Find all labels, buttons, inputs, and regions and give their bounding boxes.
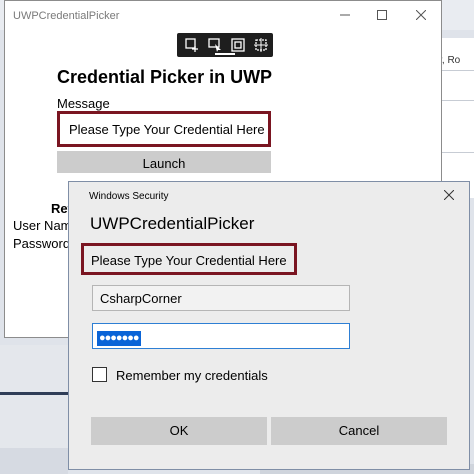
dialog-heading: UWPCredentialPicker xyxy=(90,214,255,233)
maximize-button[interactable] xyxy=(367,5,397,27)
background-left-accent xyxy=(0,392,68,395)
background-divider xyxy=(440,152,474,153)
track-focus-icon[interactable] xyxy=(254,38,268,52)
page-title: Credential Picker in UWP xyxy=(57,67,273,87)
dialog-close-button[interactable] xyxy=(435,186,463,206)
remember-credentials-checkbox[interactable] xyxy=(92,367,107,382)
password-label: Password xyxy=(13,236,71,251)
launch-button[interactable]: Launch xyxy=(57,151,271,173)
ok-button[interactable]: OK xyxy=(91,417,267,445)
close-icon xyxy=(415,9,427,21)
cancel-button[interactable]: Cancel xyxy=(271,417,447,445)
message-input[interactable]: Please Type Your Credential Here xyxy=(57,111,271,147)
app-window-title: UWPCredentialPicker xyxy=(13,10,120,22)
debug-toolbar xyxy=(177,33,273,57)
display-layout-icon[interactable] xyxy=(231,38,245,52)
close-icon xyxy=(443,189,455,201)
credential-dialog: Windows Security UWPCredentialPicker Ple… xyxy=(68,181,470,470)
close-button[interactable] xyxy=(406,5,436,27)
minimize-icon xyxy=(340,14,350,16)
maximize-icon xyxy=(377,10,387,20)
message-label: Message xyxy=(57,96,110,111)
remember-credentials-label[interactable]: Remember my credentials xyxy=(116,368,268,383)
username-label: User Nam xyxy=(13,218,72,233)
background-divider xyxy=(440,100,474,101)
dialog-message: Please Type Your Credential Here xyxy=(81,243,297,275)
toolbar-handle[interactable] xyxy=(215,53,235,55)
minimize-button[interactable] xyxy=(330,5,360,27)
live-tree-icon[interactable] xyxy=(185,38,199,52)
username-field[interactable]: CsharpCorner xyxy=(92,285,350,311)
background-divider xyxy=(440,70,474,71)
app-titlebar[interactable]: UWPCredentialPicker xyxy=(5,1,441,31)
dialog-title: Windows Security xyxy=(89,191,169,202)
dialog-titlebar[interactable]: Windows Security xyxy=(69,182,469,210)
password-value-selected: ●●●●●●● xyxy=(97,331,141,346)
background-left-footer xyxy=(0,448,68,474)
password-field[interactable]: ●●●●●●● xyxy=(92,323,350,349)
select-element-icon[interactable] xyxy=(208,38,222,52)
